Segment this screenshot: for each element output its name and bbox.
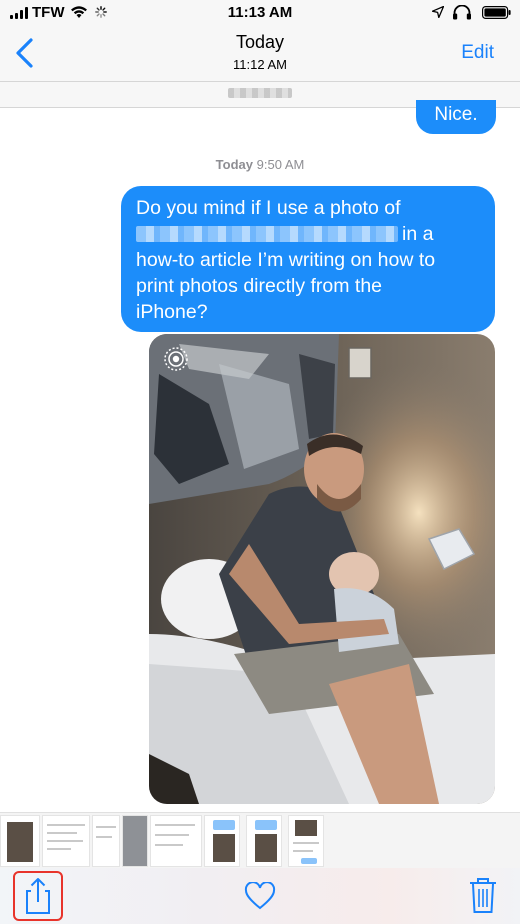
message-line: iPhone?	[136, 301, 208, 323]
nav-title: Today	[235, 32, 285, 52]
message-line: how-to article I’m writing on how to	[136, 249, 436, 271]
message-line: Do you mind if I use a photo of	[136, 197, 401, 219]
nav-subtitle: 11:12 AM	[233, 57, 287, 72]
thumbnail[interactable]	[246, 815, 282, 867]
message-line: in a	[136, 221, 481, 247]
status-bar: TFW 11:13 AM	[0, 0, 520, 26]
photo-image	[149, 334, 495, 804]
headphones-icon	[453, 5, 471, 20]
timestamp-time: 9:50 AM	[256, 157, 305, 172]
thumbnail-strip	[0, 812, 520, 868]
redacted-contact-name	[228, 88, 292, 98]
live-photo-icon	[164, 347, 188, 371]
message-timestamp: Today 9:50 AM	[0, 157, 520, 172]
share-icon	[26, 878, 50, 914]
screen: TFW 11:13 AM Today 11:12 AM Edit Nice. T…	[0, 0, 520, 924]
thumbnail[interactable]	[0, 815, 40, 867]
navigation-bar: Today 11:12 AM Edit	[0, 26, 520, 82]
heart-icon[interactable]	[244, 882, 276, 910]
thumbnail[interactable]	[92, 815, 120, 867]
thumbnail[interactable]	[288, 815, 324, 867]
thumbnail[interactable]	[42, 815, 90, 867]
message-line-text: in a	[402, 223, 434, 245]
thumbnail[interactable]	[204, 815, 240, 867]
share-button[interactable]	[13, 871, 63, 921]
thumbnail[interactable]	[150, 815, 202, 867]
battery-icon	[482, 6, 511, 19]
photo-message[interactable]	[149, 334, 495, 804]
sent-message-bubble[interactable]: Do you mind if I use a photo of in a how…	[121, 186, 495, 332]
previous-message-bubble[interactable]: Nice.	[416, 100, 496, 134]
location-arrow-icon	[432, 6, 444, 18]
trash-icon[interactable]	[469, 877, 497, 913]
thumbnail[interactable]	[122, 815, 148, 867]
timestamp-day: Today	[215, 157, 253, 172]
message-line: print photos directly from the	[136, 275, 383, 297]
edit-button[interactable]: Edit	[461, 42, 494, 64]
bottom-toolbar	[0, 868, 520, 924]
redacted-name	[136, 226, 398, 242]
